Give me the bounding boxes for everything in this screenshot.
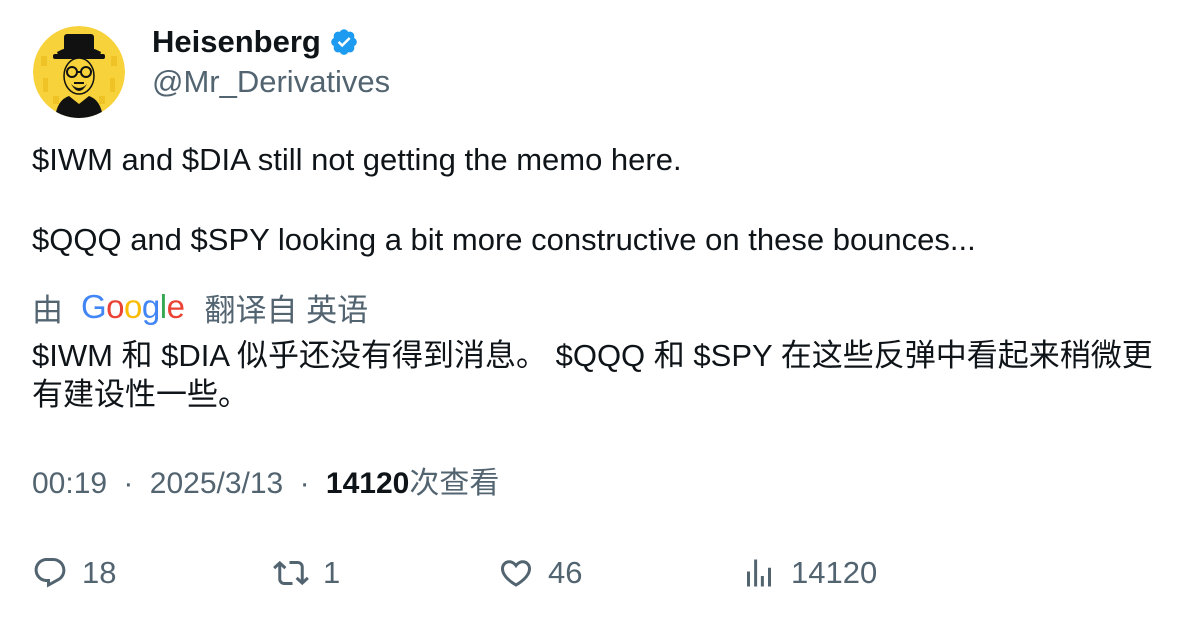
tweet-time[interactable]: 00:19 xyxy=(32,467,107,500)
tweet-line-2: $QQQ and $SPY looking a bit more constru… xyxy=(32,222,976,257)
tweet-text: $IWM and $DIA still not getting the memo… xyxy=(32,140,1172,260)
tweet-line-1: $IWM and $DIA still not getting the memo… xyxy=(32,142,682,177)
analytics-icon xyxy=(747,559,771,587)
google-logo: Google xyxy=(81,286,185,328)
retweet-icon xyxy=(273,560,309,586)
author-handle[interactable]: @Mr_Derivatives xyxy=(152,62,390,102)
retweet-button[interactable]: 1 xyxy=(273,551,340,595)
google-logo-letter: e xyxy=(166,288,185,325)
reply-icon xyxy=(34,558,66,588)
google-logo-letter: g xyxy=(141,288,160,325)
tweet-meta: 00:19 · 2025/3/13 · 14120次查看 xyxy=(32,464,499,504)
views-button[interactable]: 14120 xyxy=(741,551,877,595)
meta-separator: · xyxy=(123,467,134,500)
avatar-image xyxy=(33,26,125,118)
google-logo-letter: l xyxy=(159,288,167,325)
heart-icon xyxy=(500,560,532,587)
google-logo-letter: G xyxy=(81,288,107,325)
translated-text: $IWM 和 $DIA 似乎还没有得到消息。 $QQQ 和 $SPY 在这些反弹… xyxy=(32,338,1153,412)
tweet-actions: 18 1 46 14120 xyxy=(0,551,1196,595)
retweet-count: 1 xyxy=(323,555,341,590)
like-button[interactable]: 46 xyxy=(498,551,582,595)
verified-badge-icon xyxy=(331,29,357,55)
meta-separator: · xyxy=(299,467,310,500)
avatar[interactable] xyxy=(33,26,125,118)
translated-by-label: 由 xyxy=(32,292,63,328)
reply-button[interactable]: 18 xyxy=(32,551,116,595)
like-count: 46 xyxy=(548,555,583,590)
translated-from-label: 翻译自 英语 xyxy=(204,292,369,328)
views-count: 14120 xyxy=(791,555,878,590)
author-display-name[interactable]: Heisenberg xyxy=(152,22,359,62)
meta-views-count: 14120 xyxy=(325,467,410,500)
tweet-line-gap xyxy=(32,180,1172,220)
reply-count: 18 xyxy=(82,555,117,590)
display-name-text: Heisenberg xyxy=(152,24,321,59)
google-logo-letter: o xyxy=(124,288,142,325)
tweet-date[interactable]: 2025/3/13 xyxy=(150,467,283,500)
google-logo-letter: o xyxy=(106,288,125,325)
meta-views-label: 次查看 xyxy=(409,467,500,500)
translation-attribution[interactable]: 由 Google 翻译自 英语 xyxy=(32,286,368,328)
